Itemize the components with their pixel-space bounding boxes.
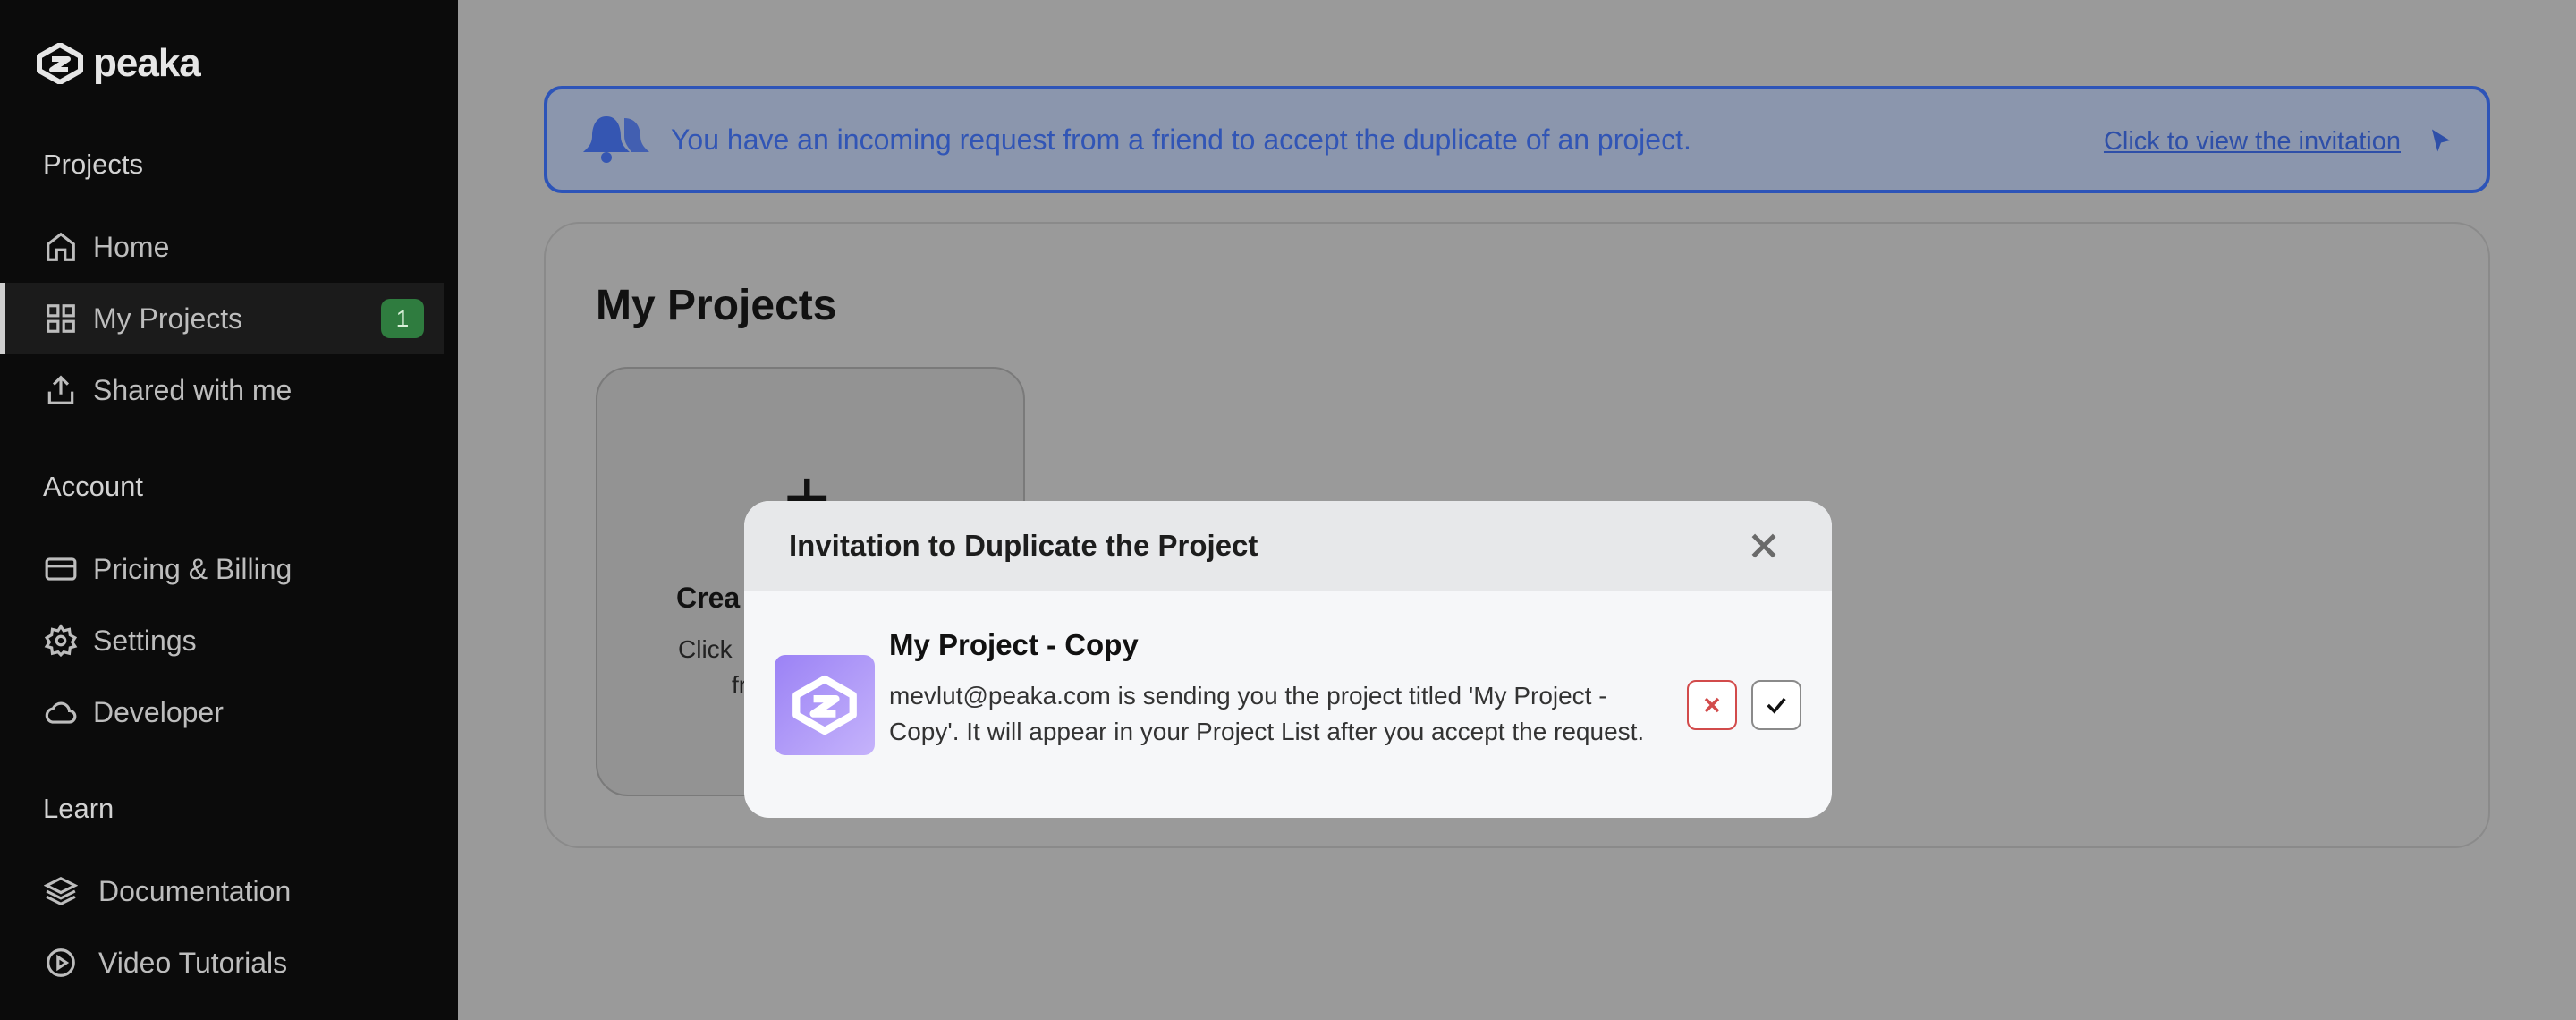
close-icon[interactable] — [1746, 528, 1782, 564]
grid-icon — [43, 301, 79, 336]
sidebar-item-developer[interactable]: Developer — [0, 676, 444, 748]
sidebar-item-label: Shared with me — [93, 373, 292, 406]
cursor-arrow-icon — [2428, 127, 2454, 154]
invitation-modal: Invitation to Duplicate the Project My P… — [744, 501, 1832, 818]
sidebar-item-documentation[interactable]: Documentation — [0, 855, 444, 927]
bell-icon — [580, 109, 655, 171]
peaka-logo[interactable]: peaka — [34, 41, 201, 86]
sidebar-item-label: My Projects — [93, 302, 243, 335]
sidebar-item-label: Settings — [93, 624, 197, 657]
page-title: My Projects — [596, 282, 837, 329]
credit-card-icon — [43, 551, 79, 587]
accept-button[interactable] — [1751, 680, 1801, 730]
section-title-account: Account — [43, 471, 144, 502]
sidebar-item-label: Video Tutorials — [98, 946, 288, 979]
section-title-learn: Learn — [43, 793, 114, 824]
sidebar-item-shared-with-me[interactable]: Shared with me — [0, 354, 444, 426]
view-invitation-link[interactable]: Click to view the invitation — [2104, 127, 2401, 157]
section-title-projects: Projects — [43, 149, 143, 180]
sidebar-item-label: Developer — [93, 695, 224, 728]
peaka-logo-icon — [37, 43, 83, 84]
gear-icon — [43, 623, 79, 659]
create-card-title: Crea — [676, 582, 741, 614]
sidebar-item-label: Documentation — [98, 874, 292, 907]
layers-icon — [43, 873, 79, 909]
sidebar-item-video-tutorials[interactable]: Video Tutorials — [0, 927, 444, 999]
x-icon — [1704, 697, 1720, 713]
play-circle-icon — [43, 945, 79, 981]
invitation-banner: You have an incoming request from a frie… — [544, 86, 2490, 193]
project-name: My Project - Copy — [889, 628, 1139, 661]
sidebar-item-home[interactable]: Home — [0, 211, 444, 283]
share-icon — [43, 372, 79, 408]
count-badge: 1 — [381, 299, 424, 338]
banner-text: You have an incoming request from a frie… — [671, 123, 1691, 156]
sidebar-item-label: Home — [93, 230, 170, 263]
logo-text: peaka — [93, 41, 201, 85]
cloud-icon — [43, 694, 79, 730]
project-logo-icon — [775, 655, 875, 755]
sidebar-item-label: Pricing & Billing — [93, 552, 292, 585]
sidebar-item-settings[interactable]: Settings — [0, 605, 444, 676]
modal-header: Invitation to Duplicate the Project — [744, 501, 1832, 591]
modal-title: Invitation to Duplicate the Project — [789, 529, 1258, 562]
invitation-description: mevlut@peaka.com is sending you the proj… — [889, 682, 1645, 745]
sidebar-item-my-projects[interactable]: My Projects 1 — [0, 283, 444, 354]
home-icon — [43, 229, 79, 265]
check-icon — [1767, 697, 1786, 714]
sidebar: peaka Projects Home My Projects 1 Shared… — [0, 0, 458, 1020]
reject-button[interactable] — [1687, 680, 1737, 730]
sidebar-item-pricing-billing[interactable]: Pricing & Billing — [0, 533, 444, 605]
